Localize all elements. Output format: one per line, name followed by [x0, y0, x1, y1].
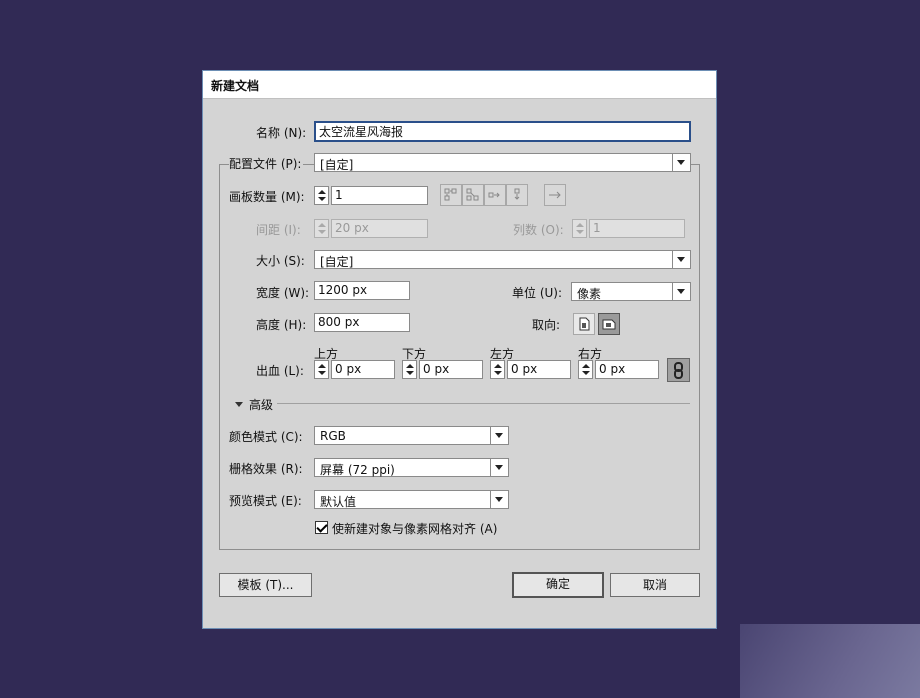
bleed-top-stepper[interactable]: [314, 360, 329, 379]
grid-by-row-icon[interactable]: [440, 184, 462, 206]
templates-button[interactable]: 模板 (T)...: [219, 573, 312, 597]
units-label: 单位 (U):: [512, 286, 563, 300]
units-select-value: 像素: [577, 287, 602, 301]
orientation-label: 取向:: [532, 318, 561, 332]
chevron-down-icon: [672, 283, 690, 300]
portrait-icon[interactable]: [573, 313, 595, 335]
bleed-right-stepper[interactable]: [578, 360, 593, 379]
profile-select[interactable]: [自定]: [314, 153, 691, 172]
chevron-down-icon: [490, 491, 508, 508]
bleed-top-input[interactable]: 0 px: [331, 360, 395, 379]
advanced-label[interactable]: 高级: [249, 396, 273, 413]
bleed-left-input[interactable]: 0 px: [507, 360, 571, 379]
chevron-down-icon: [490, 459, 508, 476]
advanced-divider: [277, 403, 690, 404]
dialog-titlebar: 新建文档: [203, 71, 716, 99]
height-input[interactable]: 800 px: [314, 313, 410, 332]
units-select[interactable]: 像素: [571, 282, 691, 301]
new-document-dialog: 新建文档 名称 (N): 太空流星风海报 配置文件 (P): [自定] 画板数量…: [202, 70, 717, 629]
preview-select[interactable]: 默认值: [314, 490, 509, 509]
width-input[interactable]: 1200 px: [314, 281, 410, 300]
columns-label: 列数 (O):: [513, 223, 564, 237]
columns-stepper[interactable]: [572, 219, 587, 238]
raster-label: 栅格效果 (R):: [229, 462, 303, 476]
arrange-by-column-icon[interactable]: [506, 184, 528, 206]
profile-label: 配置文件 (P):: [229, 155, 304, 172]
chevron-down-icon: [490, 427, 508, 444]
color-mode-select-value: RGB: [320, 429, 346, 443]
raster-select[interactable]: 屏幕 (72 ppi): [314, 458, 509, 477]
align-pixel-grid-checkbox[interactable]: [315, 521, 328, 534]
right-to-left-icon[interactable]: [544, 184, 566, 206]
align-pixel-grid-label[interactable]: 使新建对象与像素网格对齐 (A): [332, 520, 497, 537]
preview-label: 预览模式 (E):: [229, 494, 302, 508]
link-chain-icon[interactable]: [667, 358, 690, 382]
bleed-label: 出血 (L):: [256, 364, 304, 378]
name-label: 名称 (N):: [256, 126, 307, 140]
bleed-bottom-stepper[interactable]: [402, 360, 417, 379]
grid-by-column-icon[interactable]: [462, 184, 484, 206]
raster-select-value: 屏幕 (72 ppi): [320, 463, 395, 477]
color-mode-select[interactable]: RGB: [314, 426, 509, 445]
preview-select-value: 默认值: [320, 495, 357, 509]
arrange-by-row-icon[interactable]: [484, 184, 506, 206]
chevron-down-icon: [672, 154, 690, 171]
chevron-down-icon: [672, 251, 690, 268]
size-select-value: [自定]: [320, 255, 354, 269]
spacing-input[interactable]: 20 px: [331, 219, 428, 238]
ok-button[interactable]: 确定: [512, 572, 604, 598]
color-mode-label: 颜色模式 (C):: [229, 430, 303, 444]
artboards-stepper[interactable]: [314, 186, 329, 205]
profile-select-value: [自定]: [320, 158, 354, 172]
landscape-icon[interactable]: [598, 313, 620, 335]
bleed-right-input[interactable]: 0 px: [595, 360, 659, 379]
spacing-label: 间距 (I):: [256, 223, 301, 237]
artboards-label: 画板数量 (M):: [229, 190, 305, 204]
size-label: 大小 (S):: [256, 254, 305, 268]
advanced-toggle-icon[interactable]: [235, 402, 243, 407]
bleed-bottom-input[interactable]: 0 px: [419, 360, 483, 379]
size-select[interactable]: [自定]: [314, 250, 691, 269]
artboards-input[interactable]: 1: [331, 186, 428, 205]
width-label: 宽度 (W):: [256, 286, 310, 300]
cancel-button[interactable]: 取消: [610, 573, 700, 597]
dialog-title: 新建文档: [211, 79, 260, 93]
spacing-stepper[interactable]: [314, 219, 329, 238]
height-label: 高度 (H):: [256, 318, 307, 332]
bleed-left-stepper[interactable]: [490, 360, 505, 379]
name-input[interactable]: 太空流星风海报: [314, 121, 691, 142]
desktop-corner-gradient: [740, 624, 920, 698]
columns-input[interactable]: 1: [589, 219, 685, 238]
